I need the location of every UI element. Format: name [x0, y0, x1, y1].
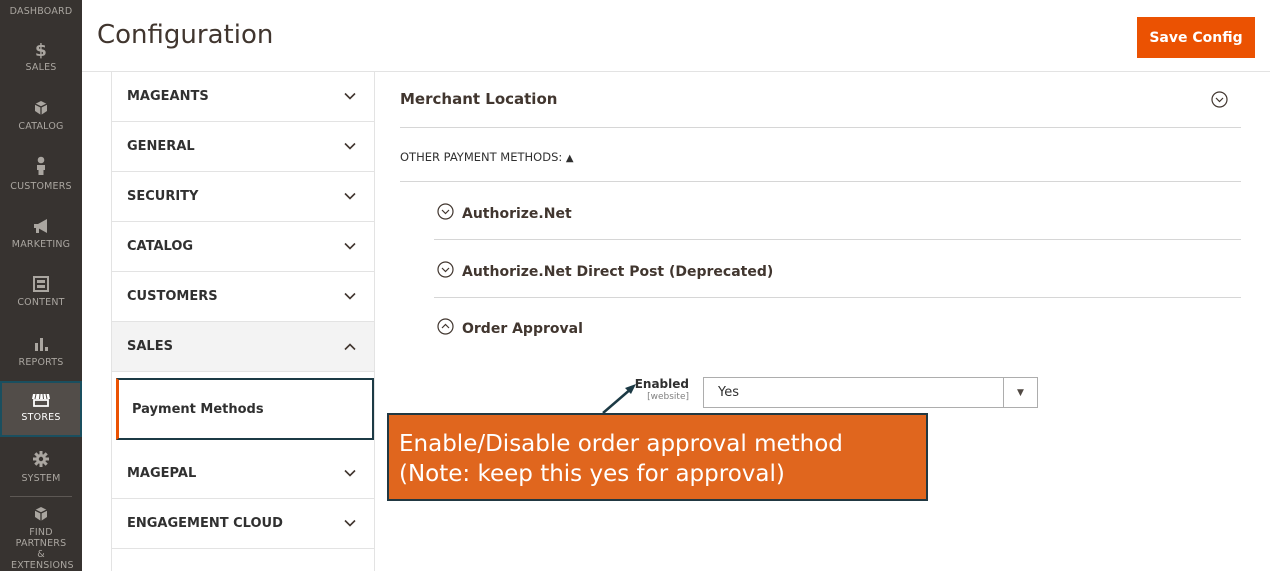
- divider: [400, 181, 1241, 182]
- save-config-button[interactable]: Save Config: [1137, 17, 1255, 58]
- admin-sidebar: DASHBOARD $ SALES CATALOG CUSTOMERS MARK…: [0, 0, 82, 571]
- chevron-down-icon: [344, 239, 356, 254]
- tab-label: ENGAGEMENT CLOUD: [127, 516, 283, 531]
- chevron-down-icon: [344, 516, 356, 531]
- tab-label: SALES: [127, 339, 173, 354]
- tab-item-label: Payment Methods: [132, 401, 264, 417]
- tab-label: CUSTOMERS: [127, 289, 218, 304]
- enabled-select[interactable]: Yes ▼: [703, 377, 1038, 408]
- chevron-down-icon: [344, 89, 356, 104]
- other-payment-methods-toggle[interactable]: OTHER PAYMENT METHODS: ▲: [400, 150, 574, 164]
- group-title: Authorize.Net: [462, 205, 572, 222]
- nav-item-label: STORES: [21, 412, 61, 423]
- bar-chart-icon: [0, 336, 82, 355]
- tab-general[interactable]: GENERAL: [112, 122, 374, 172]
- megaphone-icon: [0, 218, 82, 237]
- annotation-line-2: (Note: keep this yes for approval): [399, 461, 785, 487]
- nav-item-reports[interactable]: REPORTS: [0, 336, 82, 368]
- divider: [434, 239, 1241, 240]
- nav-divider: [10, 496, 72, 497]
- collapse-circle-icon: [437, 318, 454, 339]
- tab-security[interactable]: SECURITY: [112, 172, 374, 222]
- tab-engagement-cloud[interactable]: ENGAGEMENT CLOUD: [112, 499, 374, 549]
- tab-label: GENERAL: [127, 139, 195, 154]
- chevron-down-icon: [344, 289, 356, 304]
- nav-item-label: FIND PARTNERS & EXTENSIONS: [11, 527, 74, 571]
- expand-circle-icon: [437, 203, 454, 224]
- tab-mageants[interactable]: MAGEANTS: [112, 72, 374, 122]
- nav-item-label: MARKETING: [11, 239, 71, 250]
- tab-label: CATALOG: [127, 239, 194, 254]
- layout-icon: [0, 276, 82, 295]
- chevron-down-icon: [344, 189, 356, 204]
- select-value: Yes: [718, 385, 739, 400]
- cube-icon: [0, 100, 82, 119]
- tab-item-payment-methods[interactable]: Payment Methods: [116, 378, 374, 440]
- group-order-approval[interactable]: Order Approval: [437, 318, 583, 339]
- nav-item-label: DASHBOARD: [9, 6, 73, 17]
- nav-item-catalog[interactable]: CATALOG: [0, 100, 82, 132]
- field-label-text: Enabled: [634, 377, 689, 391]
- nav-item-label: REPORTS: [18, 357, 64, 368]
- tab-label: SECURITY: [127, 189, 199, 204]
- nav-item-label: CATALOG: [18, 121, 64, 132]
- group-title: Order Approval: [462, 320, 583, 337]
- annotation-callout: Enable/Disable order approval method (No…: [387, 413, 928, 501]
- nav-item-system[interactable]: SYSTEM: [0, 450, 82, 484]
- annotation-line-1: Enable/Disable order approval method: [399, 431, 843, 457]
- nav-item-label: CONTENT: [17, 297, 65, 308]
- divider: [400, 127, 1241, 128]
- nav-item-sales[interactable]: $ SALES: [0, 42, 82, 73]
- chevron-down-icon: [344, 139, 356, 154]
- section-title-merchant-location[interactable]: Merchant Location: [400, 90, 557, 108]
- tab-label: MAGEPAL: [127, 466, 197, 481]
- divider: [434, 297, 1241, 298]
- group-authorize-net[interactable]: Authorize.Net: [437, 203, 572, 224]
- store-icon: [2, 393, 80, 410]
- tab-sales[interactable]: SALES: [112, 322, 374, 372]
- group-title: Authorize.Net Direct Post (Deprecated): [462, 263, 774, 280]
- other-methods-label: OTHER PAYMENT METHODS:: [400, 150, 563, 164]
- tab-magepal[interactable]: MAGEPAL: [112, 449, 374, 499]
- nav-item-find-partners[interactable]: FIND PARTNERS & EXTENSIONS: [0, 506, 82, 571]
- nav-item-marketing[interactable]: MARKETING: [0, 218, 82, 250]
- group-authorize-net-direct-post[interactable]: Authorize.Net Direct Post (Deprecated): [437, 261, 773, 282]
- nav-item-content[interactable]: CONTENT: [0, 276, 82, 308]
- chevron-up-icon: [344, 339, 356, 354]
- tab-label: MAGEANTS: [127, 89, 209, 104]
- dropdown-arrow-icon: ▼: [1003, 378, 1037, 407]
- nav-item-customers[interactable]: CUSTOMERS: [0, 156, 82, 192]
- box-icon: [0, 506, 82, 525]
- nav-item-stores[interactable]: STORES: [0, 381, 82, 437]
- nav-item-label: SYSTEM: [21, 473, 61, 484]
- nav-item-dashboard[interactable]: DASHBOARD: [0, 6, 82, 17]
- page-title: Configuration: [97, 20, 274, 50]
- expand-circle-icon: [437, 261, 454, 282]
- gear-icon: [0, 450, 82, 471]
- nav-item-label: SALES: [25, 62, 57, 73]
- dollar-icon: $: [34, 41, 48, 61]
- nav-item-label: CUSTOMERS: [10, 181, 72, 192]
- expand-circle-icon[interactable]: [1211, 91, 1228, 112]
- config-tabs: MAGEANTS GENERAL SECURITY CATALOG CUSTOM…: [111, 72, 375, 571]
- annotation-arrow-icon: [602, 384, 636, 414]
- chevron-down-icon: [344, 466, 356, 481]
- tab-catalog[interactable]: CATALOG: [112, 222, 374, 272]
- tab-customers[interactable]: CUSTOMERS: [112, 272, 374, 322]
- person-icon: [0, 156, 82, 179]
- triangle-up-icon: ▲: [565, 153, 574, 164]
